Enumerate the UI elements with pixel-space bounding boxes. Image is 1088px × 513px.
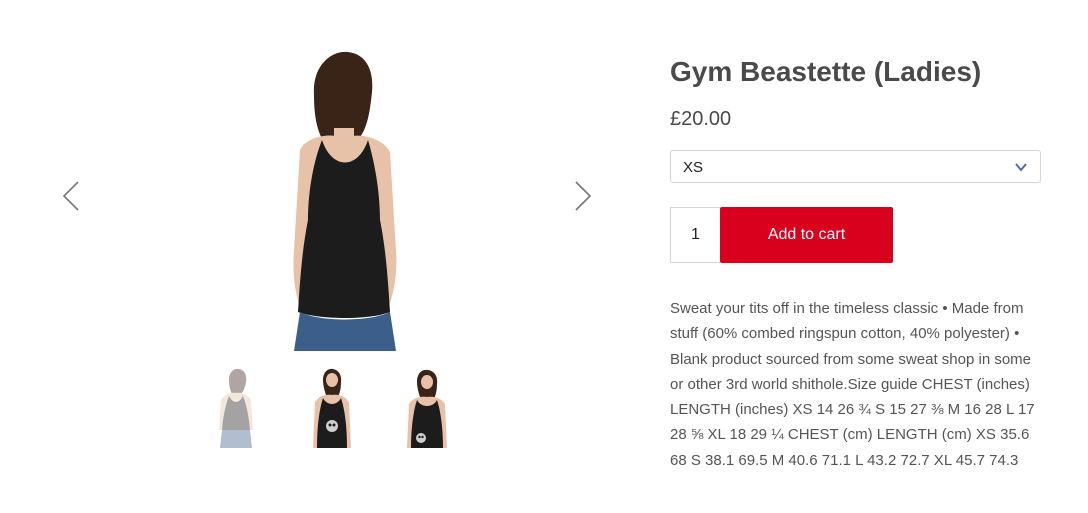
size-select[interactable]: XS: [670, 150, 1041, 183]
product-title: Gym Beastette (Ladies): [670, 56, 982, 87]
product-price: £20.00: [670, 108, 732, 130]
add-to-cart-button[interactable]: Add to cart: [720, 207, 893, 263]
thumbnail-strip: [205, 368, 475, 448]
quantity-input[interactable]: [670, 207, 720, 263]
gallery-next-button[interactable]: [568, 176, 598, 216]
thumbnail-front-view-1[interactable]: [301, 368, 363, 448]
product-description: Sweat your tits off in the timeless clas…: [670, 300, 1035, 469]
product-main-image: [240, 50, 440, 351]
size-select-value: XS: [683, 159, 704, 176]
product-gallery: [40, 40, 620, 460]
thumbnail-front-view-2[interactable]: [397, 368, 459, 448]
product-page: Gym Beastette (Ladies) £20.00 XS Add to …: [0, 0, 1088, 513]
chevron-down-icon: [1015, 163, 1027, 172]
thumbnail-back-view[interactable]: [205, 368, 267, 448]
gallery-prev-button[interactable]: [56, 176, 86, 216]
chevron-right-icon: [575, 181, 592, 211]
chevron-left-icon: [62, 181, 79, 211]
